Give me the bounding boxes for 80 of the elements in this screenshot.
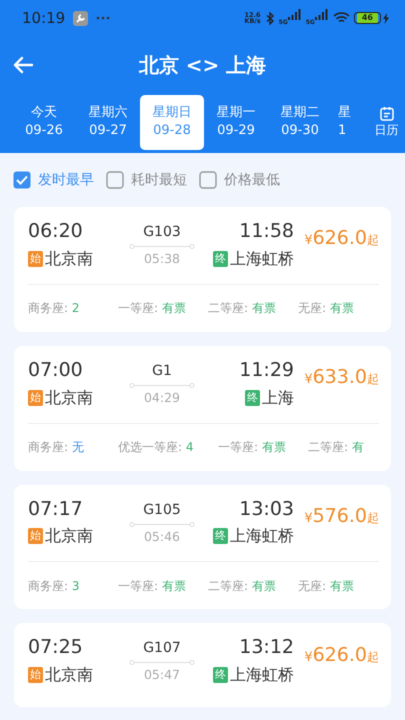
seat-availability: 一等座: 有票 [118,300,187,318]
route-title: 北京 <> 上海 [138,52,266,79]
train-card[interactable]: 06:20 始 北京南 G103 05:38 11:58 终 上海虹桥 ¥626.0起 商务座: 2 一等座: 有票 二等座: 有票 无座: 有票 [14,207,391,332]
route-line-icon [129,243,195,250]
duration: 05:46 [144,528,180,546]
route-line-icon [129,382,195,389]
train-number: G1 [152,362,172,381]
seat-availability: 二等座: 有票 [208,578,277,595]
date-tab[interactable]: 今天 09-26 [12,94,76,150]
departure-time: 06:20 [28,220,84,243]
station-name: 上海虹桥 [230,248,294,270]
train-card[interactable]: 07:17 始 北京南 G105 05:46 13:03 终 上海虹桥 ¥576.0起 商务座: 3 一等座: 有票 二等座: 有票 无座: 有票 [14,484,391,610]
seat-availability: 商务座: 3 [28,578,80,595]
station-name: 北京南 [45,386,93,409]
price: ¥626.0起 [304,642,379,668]
duration: 04:29 [144,388,180,407]
calendar-button[interactable]: 日历 [368,106,405,138]
sort-checkbox[interactable]: 价格最低 [199,170,280,190]
sort-checkbox[interactable]: 耗时最短 [106,170,187,190]
station-name: 上海 [262,386,294,409]
bluetooth-icon [264,12,275,24]
train-number: G107 [143,639,181,658]
price: ¥626.0起 [304,226,379,252]
seat-availability: 无座: 有票 [298,578,354,595]
end-tag: 终 [213,667,228,684]
start-tag: 始 [28,528,43,544]
departure-time: 07:25 [28,636,84,660]
departure-time: 07:17 [28,498,84,520]
duration: 05:38 [144,250,180,268]
start-tag: 始 [28,250,43,267]
end-tag: 终 [213,250,228,267]
station-name: 北京南 [45,664,93,686]
start-tag: 始 [28,390,43,406]
station-name: 上海虹桥 [230,664,294,686]
end-tag: 终 [213,528,228,544]
arrival-time: 13:12 [239,636,294,660]
checkbox-icon [199,171,217,189]
station-name: 北京南 [45,525,93,548]
train-card[interactable]: 07:25 始 北京南 G107 05:47 13:12 终 上海虹桥 ¥626.0起 [14,623,391,708]
seat-availability: 二等座: 有票 [208,300,277,318]
arrival-time: 13:03 [239,498,294,520]
seat-availability: 商务座: 无 [28,439,85,456]
departure-time: 07:00 [28,358,84,382]
signal-icon [288,9,302,20]
train-number: G105 [143,500,181,520]
station-name: 北京南 [45,248,93,270]
wrench-icon [73,10,88,26]
end-tag: 终 [245,390,260,406]
route-line-icon [129,659,195,666]
date-tab[interactable]: 星期二 09-30 [268,94,332,150]
more-icon [96,16,110,20]
back-arrow-icon [12,56,34,74]
wifi-icon [332,12,350,24]
seat-availability: 无座: 有票 [298,300,354,318]
clock-time: 10:19 [22,8,66,29]
sort-checkbox[interactable]: 发时最早 [13,170,94,190]
seat-availability: 一等座: 有票 [118,578,187,595]
date-tab[interactable]: 星期日 09-28 [140,94,204,150]
seat-availability: 二等座: 有 [308,439,364,456]
signal-icon [314,9,329,20]
arrival-time: 11:58 [239,220,294,243]
price: ¥576.0起 [304,504,379,529]
date-tab[interactable]: 星 1 [332,94,368,150]
price: ¥633.0起 [304,364,379,390]
duration: 05:47 [144,666,180,684]
route-line-icon [129,520,195,528]
checked-box-icon [13,171,31,189]
train-card[interactable]: 07:00 始 北京南 G1 04:29 11:29 终 上海 ¥633.0起 商务座: 无 优选一等座: 4 一等座: 有票 二等座: 有 [14,346,391,471]
station-name: 上海虹桥 [230,525,294,548]
arrival-time: 11:29 [239,358,294,382]
train-number: G103 [143,223,181,242]
seat-availability: 商务座: 2 [28,300,80,318]
battery-level: 46 [356,13,378,23]
seat-availability: 优选一等座: 4 [118,439,194,456]
date-tab[interactable]: 星期六 09-27 [76,94,140,150]
date-tab[interactable]: 星期一 09-29 [204,94,268,150]
checkbox-icon [106,171,124,189]
start-tag: 始 [28,667,43,684]
calendar-icon [380,106,394,120]
seat-availability: 一等座: 有票 [218,439,287,456]
